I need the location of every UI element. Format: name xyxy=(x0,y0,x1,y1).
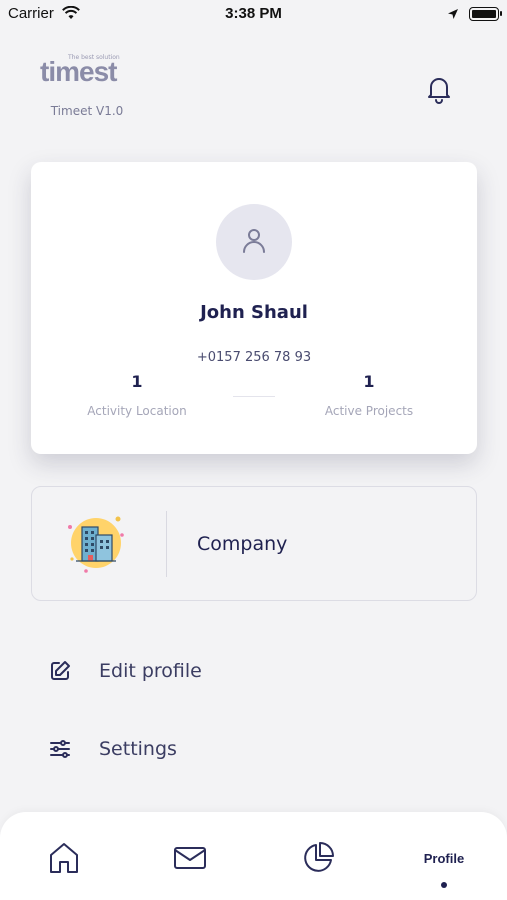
tab-bar: Profile xyxy=(0,812,507,900)
home-icon xyxy=(50,843,78,873)
bell-icon[interactable] xyxy=(423,73,455,105)
profile-phone: +0157 256 78 93 xyxy=(196,350,312,365)
user-icon xyxy=(243,229,265,253)
location-arrow-icon xyxy=(447,6,459,24)
edit-icon xyxy=(48,659,72,683)
stat-label: Activity Location xyxy=(87,404,187,418)
tab-home[interactable] xyxy=(44,840,84,876)
stat-active-projects: 1 Active Projects xyxy=(289,372,449,418)
edit-profile-item[interactable]: Edit profile xyxy=(48,656,202,686)
edit-profile-label: Edit profile xyxy=(99,660,202,682)
building-illustration xyxy=(66,513,126,575)
app-logo: The best solution timest xyxy=(40,52,136,92)
company-label: Company xyxy=(197,533,288,555)
battery-icon xyxy=(469,7,502,21)
settings-item[interactable]: Settings xyxy=(48,734,177,764)
company-divider xyxy=(166,511,167,577)
stats-divider xyxy=(233,396,275,397)
pie-chart-icon xyxy=(304,842,334,872)
tab-stats[interactable] xyxy=(298,840,338,876)
tab-profile[interactable]: Profile xyxy=(414,848,474,868)
stat-value: 1 xyxy=(363,372,375,391)
stat-value: 1 xyxy=(131,372,143,391)
stat-label: Active Projects xyxy=(324,404,414,418)
mail-icon xyxy=(174,847,206,869)
active-tab-indicator xyxy=(441,882,447,888)
avatar[interactable] xyxy=(216,204,292,280)
profile-card: John Shaul +0157 256 78 93 1 Activity Lo… xyxy=(31,162,477,454)
stat-activity-location: 1 Activity Location xyxy=(57,372,217,418)
app-version: Timeet V1.0 xyxy=(50,104,124,118)
sliders-icon xyxy=(48,737,72,761)
status-time: 3:38 PM xyxy=(225,5,282,22)
status-bar: Carrier 3:38 PM xyxy=(0,0,507,28)
profile-name: John Shaul xyxy=(200,302,308,323)
company-card[interactable]: Company xyxy=(31,486,477,601)
tab-messages[interactable] xyxy=(170,840,210,876)
settings-label: Settings xyxy=(99,738,177,760)
logo-wordmark: timest xyxy=(40,56,117,87)
